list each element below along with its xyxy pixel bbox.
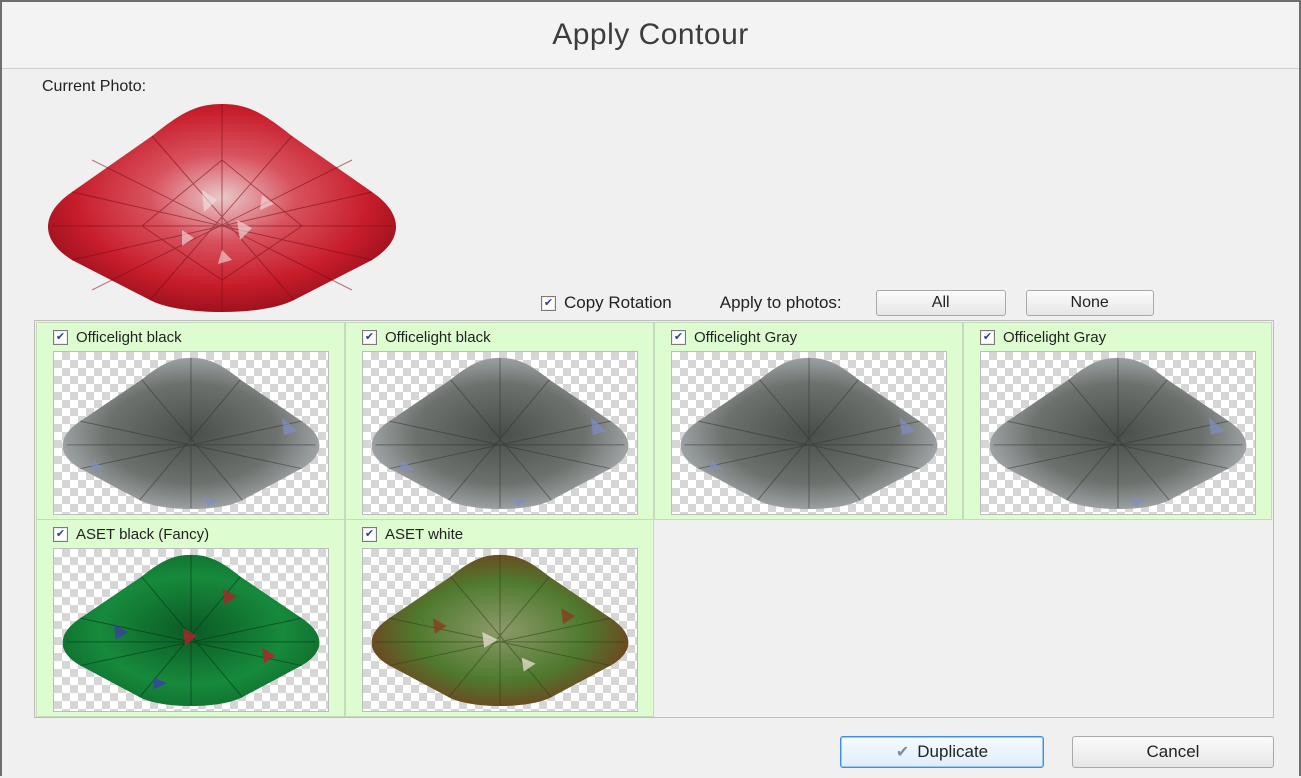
- photo-thumbnail: [980, 351, 1256, 515]
- photo-label: ASET white: [385, 526, 464, 543]
- photo-card: ✔ Officelight black: [36, 322, 345, 520]
- current-photo-label: Current Photo:: [42, 78, 147, 95]
- apply-to-photos-label: Apply to photos:: [719, 293, 842, 312]
- dialog-title: Apply Contour: [2, 2, 1299, 69]
- photo-grid: ✔ Officelight black ✔ Officelight black …: [34, 320, 1274, 718]
- select-none-button[interactable]: None: [1025, 290, 1154, 316]
- photo-card: ✔ ASET white: [345, 519, 654, 717]
- copy-rotation-label: Copy Rotation: [564, 293, 672, 312]
- photo-thumbnail: [53, 548, 329, 712]
- photo-card: ✔ ASET black (Fancy): [36, 519, 345, 717]
- photo-card: ✔ Officelight black: [345, 322, 654, 520]
- duplicate-button[interactable]: ✔ Duplicate: [840, 736, 1044, 768]
- photo-card-header[interactable]: ✔ ASET black (Fancy): [53, 526, 209, 543]
- photo-thumbnail: [671, 351, 947, 515]
- photo-thumbnail: [362, 548, 638, 712]
- photo-label: Officelight black: [76, 329, 182, 346]
- dialog-window: Apply Contour Current Photo: ✔ Copy Rota…: [0, 0, 1301, 776]
- photo-label: Officelight black: [385, 329, 491, 346]
- photo-card-header[interactable]: ✔ Officelight black: [53, 329, 182, 346]
- copy-rotation-option[interactable]: ✔ Copy Rotation: [541, 293, 672, 313]
- photo-checkbox[interactable]: ✔: [53, 330, 68, 345]
- copy-rotation-checkbox[interactable]: ✔: [541, 295, 556, 311]
- photo-label: Officelight Gray: [694, 329, 798, 346]
- check-icon: ✔: [895, 744, 910, 761]
- photo-checkbox[interactable]: ✔: [671, 330, 686, 345]
- photo-checkbox[interactable]: ✔: [980, 330, 995, 345]
- photo-card-header[interactable]: ✔ ASET white: [362, 526, 463, 543]
- photo-checkbox[interactable]: ✔: [53, 527, 68, 542]
- photo-checkbox[interactable]: ✔: [362, 527, 377, 542]
- apply-controls: ✔ Copy Rotation Apply to photos: All Non…: [537, 288, 1273, 318]
- cancel-button[interactable]: Cancel: [1072, 736, 1274, 768]
- photo-label: ASET black (Fancy): [76, 526, 210, 543]
- photo-label: Officelight Gray: [1003, 329, 1107, 346]
- photo-card: ✔ Officelight Gray: [654, 322, 963, 520]
- photo-card-header[interactable]: ✔ Officelight Gray: [980, 329, 1106, 346]
- duplicate-label: Duplicate: [917, 742, 989, 761]
- select-all-button[interactable]: All: [875, 290, 1006, 316]
- photo-thumbnail: [53, 351, 329, 515]
- photo-checkbox[interactable]: ✔: [362, 330, 377, 345]
- photo-card-header[interactable]: ✔ Officelight black: [362, 329, 491, 346]
- photo-card: ✔ Officelight Gray: [963, 322, 1272, 520]
- photo-card-header[interactable]: ✔ Officelight Gray: [671, 329, 797, 346]
- photo-thumbnail: [362, 351, 638, 515]
- current-photo-image: [32, 100, 412, 316]
